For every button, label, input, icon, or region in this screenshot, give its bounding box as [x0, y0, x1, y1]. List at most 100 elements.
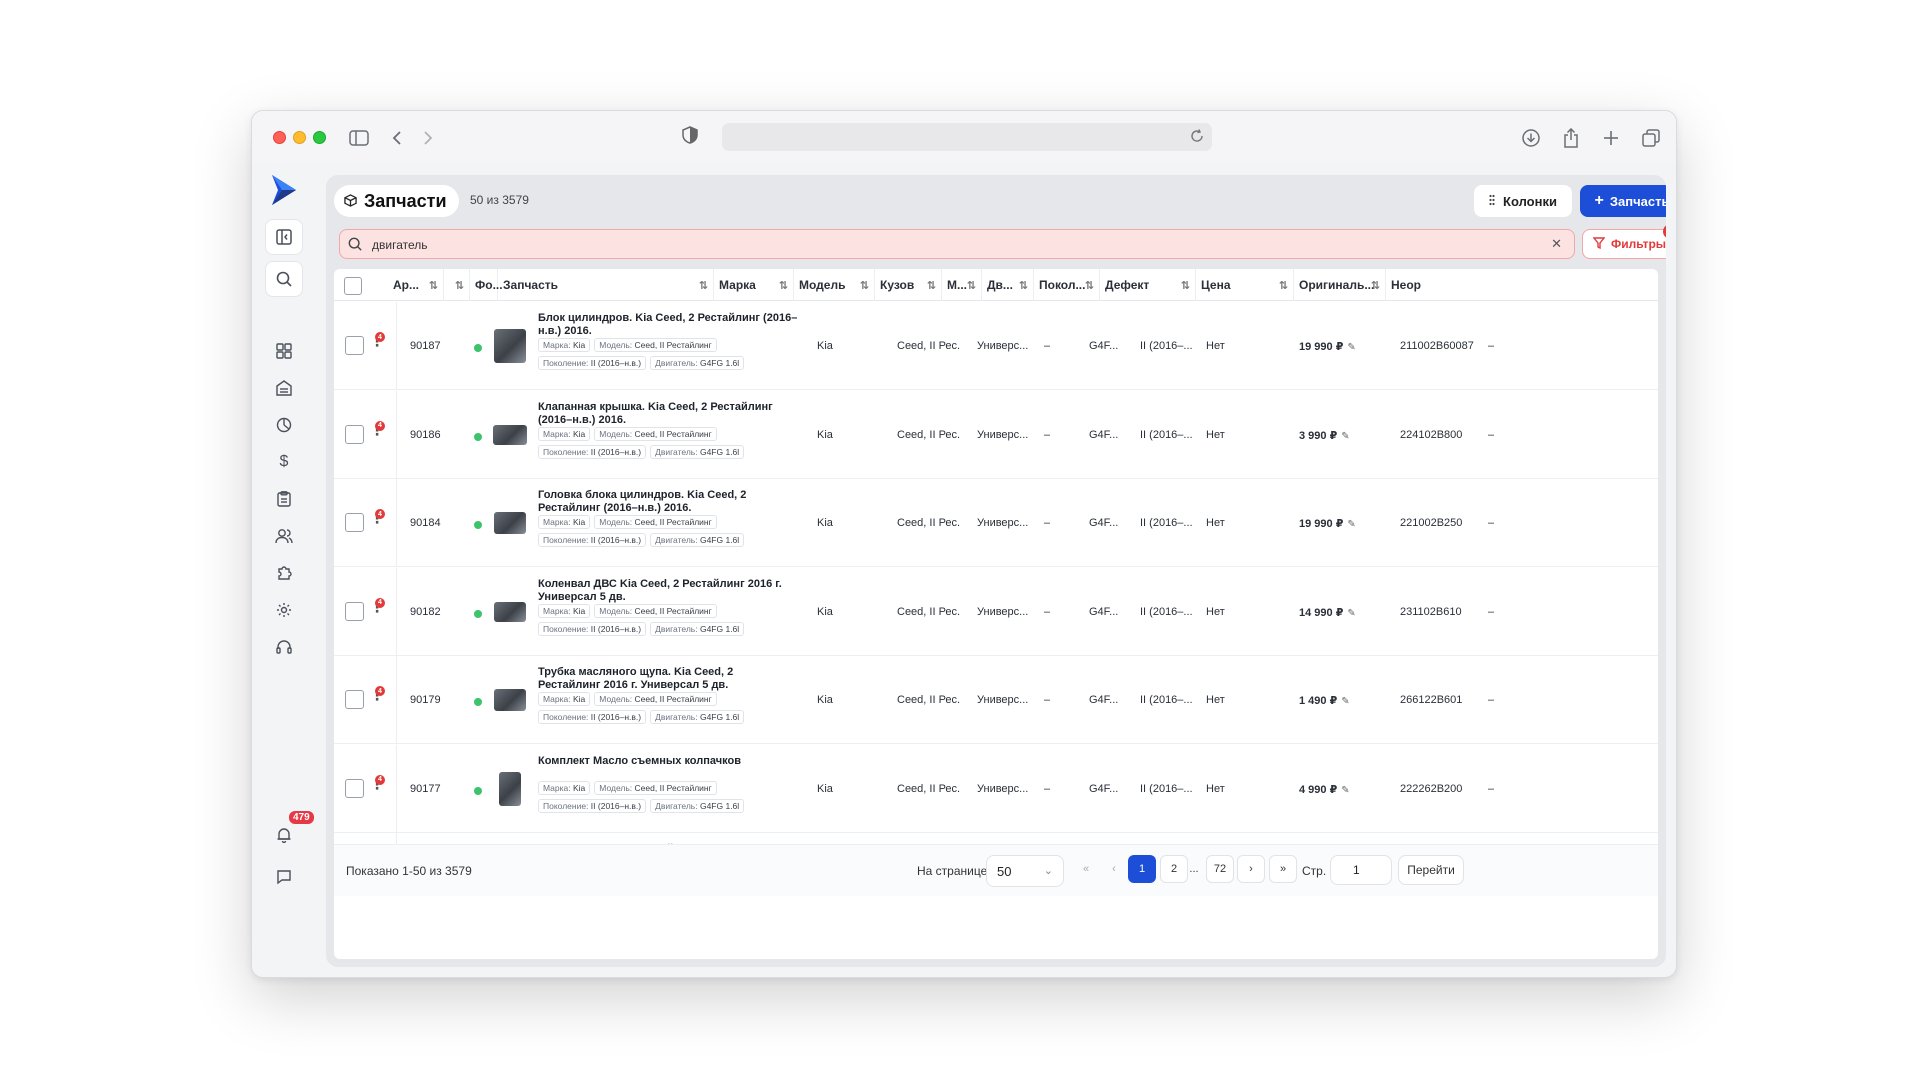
dashboard-icon[interactable]: [265, 333, 303, 369]
search-input[interactable]: [372, 235, 1522, 255]
reload-icon[interactable]: [1190, 129, 1204, 148]
part-name[interactable]: Блок цилиндров. Kia Ceed, 2 Рестайлинг (…: [538, 312, 798, 338]
part-photo[interactable]: [493, 424, 527, 445]
part-tags: Марка: Kia Модель: Ceed, II Рестайлинг Пок…: [538, 338, 778, 370]
support-headset-icon[interactable]: [265, 629, 303, 665]
downloads-icon[interactable]: [1518, 125, 1544, 151]
chat-icon[interactable]: [265, 859, 303, 895]
per-page-select[interactable]: 50 ⌄: [986, 855, 1064, 887]
select-all-checkbox[interactable]: [344, 277, 362, 295]
part-name[interactable]: Головка блока цилиндров. Kia Ceed, 2 Рес…: [538, 489, 798, 515]
collapse-sidebar-icon[interactable]: [265, 219, 303, 255]
columns-button[interactable]: Колонки: [1474, 185, 1572, 217]
column-header-generation[interactable]: Покол... ⇅: [1034, 269, 1100, 301]
privacy-shield-icon[interactable]: [682, 126, 698, 149]
sidebar-toggle-icon[interactable]: [346, 125, 372, 151]
page-button-72[interactable]: 72: [1206, 855, 1234, 883]
part-photo[interactable]: [499, 771, 521, 806]
column-header-brand[interactable]: Марка ⇅: [714, 269, 794, 301]
price-cell[interactable]: 1 490 ₽ ✎: [1299, 694, 1350, 707]
column-header-article[interactable]: Ар... ⇅: [388, 269, 444, 301]
puzzle-icon[interactable]: [265, 555, 303, 591]
dollar-icon[interactable]: $: [265, 444, 303, 480]
column-header-defect[interactable]: Дефект ⇅: [1100, 269, 1196, 301]
price-cell[interactable]: 14 990 ₽ ✎: [1299, 606, 1356, 619]
column-header-price[interactable]: Цена ⇅: [1196, 269, 1294, 301]
sort-icon: ⇅: [966, 280, 976, 292]
part-name[interactable]: Трубка масляного щупа. Kia Ceed, 2 Реста…: [538, 666, 798, 692]
edit-icon[interactable]: ✎: [1347, 342, 1355, 353]
table-row[interactable]: ⋮490177Комплект Масло съемных колпачковМ…: [334, 744, 1658, 833]
edit-icon[interactable]: ✎: [1347, 608, 1355, 619]
column-header-body[interactable]: Кузов ⇅: [875, 269, 942, 301]
part-photo[interactable]: [494, 512, 526, 534]
column-header-photo[interactable]: Фо...: [470, 269, 503, 301]
maximize-window-button[interactable]: [313, 131, 326, 144]
gear-icon[interactable]: [265, 592, 303, 628]
app-logo[interactable]: [270, 173, 298, 212]
next-page-icon[interactable]: ›: [1237, 855, 1265, 883]
forward-icon[interactable]: [415, 125, 441, 151]
part-name[interactable]: Комплект Масло съемных колпачков: [538, 755, 798, 768]
last-page-icon[interactable]: »: [1269, 855, 1297, 883]
users-icon[interactable]: [265, 518, 303, 554]
prev-page-icon[interactable]: ‹: [1100, 855, 1128, 883]
row-checkbox[interactable]: [345, 336, 364, 355]
table-row[interactable]: ⋮490187Блок цилиндров. Kia Ceed, 2 Реста…: [334, 302, 1658, 390]
row-alert-badge: 4: [375, 597, 385, 608]
row-checkbox[interactable]: [345, 601, 364, 621]
first-page-icon[interactable]: «: [1072, 855, 1100, 883]
clipboard-icon[interactable]: [265, 481, 303, 517]
defect-cell: Нет: [1206, 605, 1225, 618]
column-header-model[interactable]: Модель ⇅: [794, 269, 875, 301]
back-icon[interactable]: [384, 125, 410, 151]
engine-cell: G4F...: [1089, 782, 1119, 795]
share-icon[interactable]: [1558, 125, 1584, 151]
warehouse-icon[interactable]: [265, 370, 303, 406]
tab-overview-icon[interactable]: [1638, 125, 1664, 151]
row-checkbox[interactable]: [345, 513, 364, 532]
table-row[interactable]: Крышка масло заливной горловины. Kia Cee…: [334, 833, 1658, 844]
clear-search-icon[interactable]: ✕: [1551, 236, 1562, 252]
row-checkbox[interactable]: [345, 690, 364, 709]
filters-button[interactable]: Фильтры: [1582, 229, 1666, 259]
table-row[interactable]: ⋮490179Трубка масляного щупа. Kia Ceed, …: [334, 656, 1658, 744]
part-photo[interactable]: [494, 689, 526, 711]
search-icon[interactable]: [265, 261, 303, 297]
part-name[interactable]: Клапанная крышка. Kia Ceed, 2 Рестайлинг…: [538, 401, 798, 427]
page-button-1[interactable]: 1: [1128, 855, 1156, 883]
column-header-m[interactable]: М... ⇅: [942, 269, 982, 301]
edit-icon[interactable]: ✎: [1341, 785, 1349, 796]
column-header-part[interactable]: Запчасть ⇅: [498, 269, 714, 301]
address-bar[interactable]: [722, 123, 1212, 151]
page-jump-input[interactable]: [1330, 855, 1392, 885]
go-to-page-button[interactable]: Перейти: [1398, 855, 1464, 885]
minimize-window-button[interactable]: [293, 131, 306, 144]
price-cell[interactable]: 19 990 ₽ ✎: [1299, 340, 1356, 353]
column-header-original[interactable]: Оригиналь... ⇅: [1294, 269, 1386, 301]
edit-icon[interactable]: ✎: [1347, 519, 1355, 530]
notifications-bell-icon[interactable]: 479: [265, 809, 316, 853]
column-header-status[interactable]: ⇅: [444, 269, 470, 301]
edit-icon[interactable]: ✎: [1341, 696, 1349, 707]
search-box[interactable]: ✕: [339, 229, 1575, 259]
add-part-button[interactable]: + Запчасть: [1580, 185, 1666, 217]
new-tab-icon[interactable]: [1598, 125, 1624, 151]
part-photo[interactable]: [494, 329, 526, 363]
tag-brand: Марка: Kia: [538, 426, 591, 441]
close-window-button[interactable]: [273, 131, 286, 144]
row-checkbox[interactable]: [345, 778, 364, 798]
table-row[interactable]: ⋮490182Коленвал ДВС Kia Ceed, 2 Рестайли…: [334, 567, 1658, 656]
column-header-engine[interactable]: Дв... ⇅: [982, 269, 1034, 301]
table-row[interactable]: ⋮490186Клапанная крышка. Kia Ceed, 2 Рес…: [334, 390, 1658, 479]
price-cell[interactable]: 4 990 ₽ ✎: [1299, 783, 1350, 796]
price-cell[interactable]: 19 990 ₽ ✎: [1299, 517, 1356, 530]
part-photo[interactable]: [494, 601, 526, 622]
analytics-icon[interactable]: [265, 407, 303, 443]
part-name[interactable]: Коленвал ДВС Kia Ceed, 2 Рестайлинг 2016…: [538, 578, 798, 604]
row-checkbox[interactable]: [345, 424, 364, 444]
edit-icon[interactable]: ✎: [1341, 431, 1349, 442]
table-row[interactable]: ⋮490184Головка блока цилиндров. Kia Ceed…: [334, 479, 1658, 567]
price-cell[interactable]: 3 990 ₽ ✎: [1299, 429, 1350, 442]
column-header-nonoriginal[interactable]: Неор: [1386, 269, 1421, 301]
